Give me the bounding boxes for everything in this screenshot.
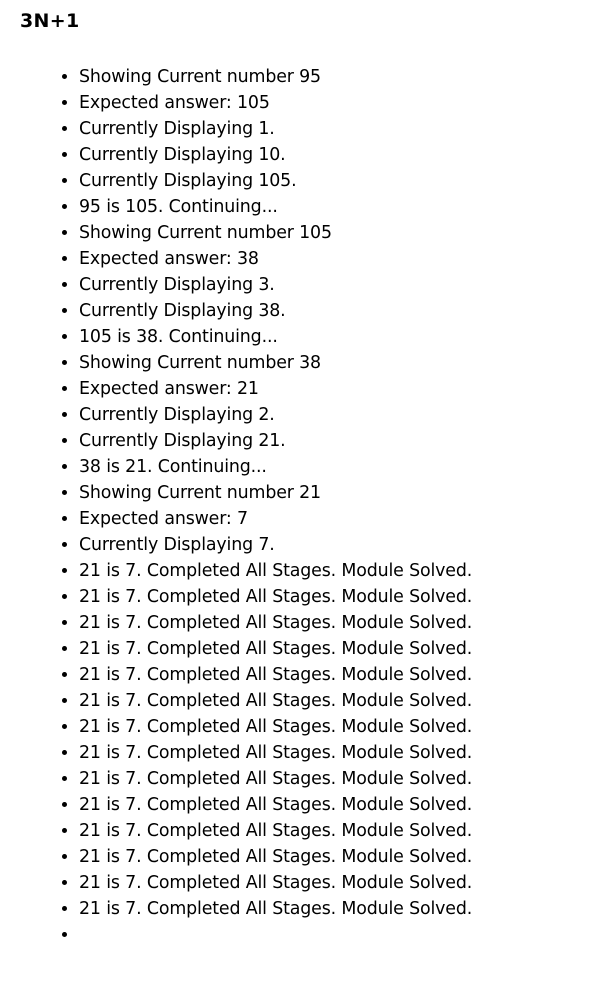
list-item: 21 is 7. Completed All Stages. Module So… <box>79 584 472 610</box>
list-item: 21 is 7. Completed All Stages. Module So… <box>79 636 472 662</box>
list-item: Showing Current number 38 <box>79 350 472 376</box>
list-item: Showing Current number 21 <box>79 480 472 506</box>
list-item: Currently Displaying 3. <box>79 272 472 298</box>
list-item: Currently Displaying 10. <box>79 142 472 168</box>
list-item: Expected answer: 21 <box>79 376 472 402</box>
list-item: 21 is 7. Completed All Stages. Module So… <box>79 740 472 766</box>
list-item: 21 is 7. Completed All Stages. Module So… <box>79 662 472 688</box>
page-title: 3N+1 <box>20 10 80 32</box>
list-item: 38 is 21. Continuing... <box>79 454 472 480</box>
list-item: Currently Displaying 21. <box>79 428 472 454</box>
list-item: 21 is 7. Completed All Stages. Module So… <box>79 714 472 740</box>
list-item: 95 is 105. Continuing... <box>79 194 472 220</box>
list-item: Expected answer: 38 <box>79 246 472 272</box>
list-item: Currently Displaying 1. <box>79 116 472 142</box>
list-item: 105 is 38. Continuing... <box>79 324 472 350</box>
list-item: 21 is 7. Completed All Stages. Module So… <box>79 818 472 844</box>
list-item: 21 is 7. Completed All Stages. Module So… <box>79 844 472 870</box>
list-item: Showing Current number 105 <box>79 220 472 246</box>
list-item: Currently Displaying 38. <box>79 298 472 324</box>
list-item: Currently Displaying 2. <box>79 402 472 428</box>
list-item: Showing Current number 95 <box>79 64 472 90</box>
list-item: Currently Displaying 7. <box>79 532 472 558</box>
list-item: 21 is 7. Completed All Stages. Module So… <box>79 558 472 584</box>
list-item <box>79 922 472 948</box>
page: 3N+1 Showing Current number 95 Expected … <box>0 0 595 1003</box>
list-item: 21 is 7. Completed All Stages. Module So… <box>79 610 472 636</box>
list-item: Expected answer: 105 <box>79 90 472 116</box>
log-list: Showing Current number 95 Expected answe… <box>0 64 472 948</box>
list-item: 21 is 7. Completed All Stages. Module So… <box>79 896 472 922</box>
list-item: 21 is 7. Completed All Stages. Module So… <box>79 870 472 896</box>
list-item: Expected answer: 7 <box>79 506 472 532</box>
list-item: 21 is 7. Completed All Stages. Module So… <box>79 766 472 792</box>
list-item: Currently Displaying 105. <box>79 168 472 194</box>
list-item: 21 is 7. Completed All Stages. Module So… <box>79 792 472 818</box>
list-item: 21 is 7. Completed All Stages. Module So… <box>79 688 472 714</box>
